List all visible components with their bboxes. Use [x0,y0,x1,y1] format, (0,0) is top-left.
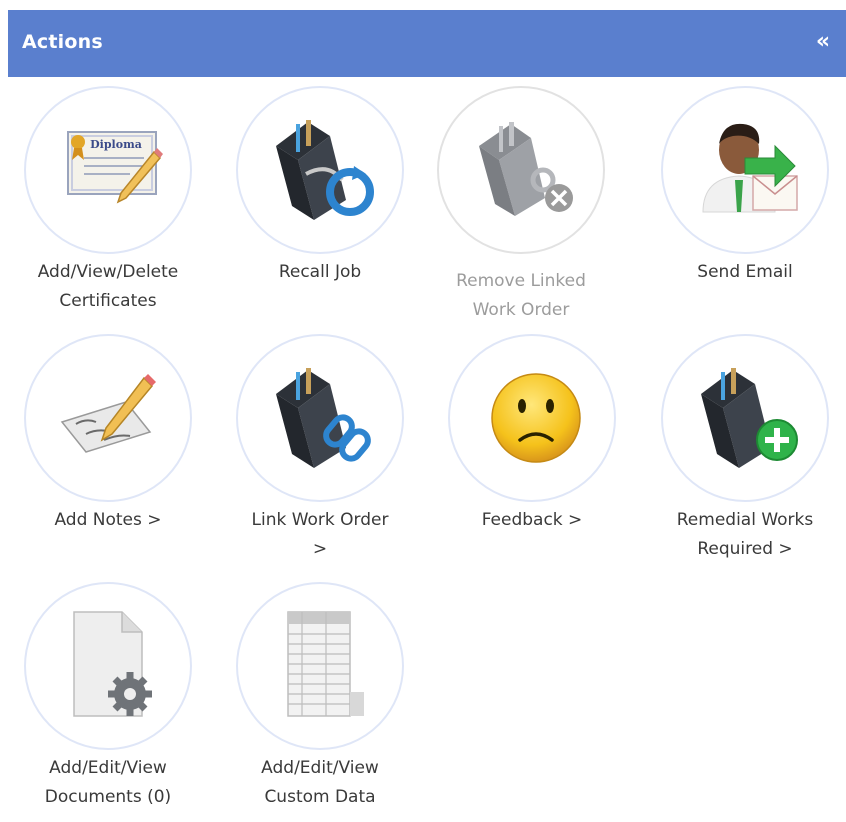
action-feedback[interactable]: Feedback > [424,334,644,574]
action-recall-job[interactable]: Recall Job [212,86,432,326]
action-label: Add Notes > [54,510,162,530]
action-label: Work Order [472,300,570,320]
action-label: Custom Data [264,787,376,807]
action-label: Add/View/Delete [37,262,179,282]
action-link-work-order[interactable]: Link Work Order > [212,334,432,574]
toolbox-unlink-icon [437,86,605,254]
sad-face-icon [448,334,616,502]
collapse-panel-icon[interactable]: « [812,29,834,55]
toolbox-add-icon [661,334,829,502]
actions-panel-header: Actions « [8,10,846,77]
action-send-email[interactable]: Send Email [637,86,846,326]
action-label: Add/Edit/View [261,758,379,778]
action-add-edit-view-custom-data[interactable]: Add/Edit/View Custom Data [212,582,432,822]
action-label: Feedback > [481,510,583,530]
action-label: Send Email [697,262,793,282]
action-label: Required > [697,539,793,559]
action-label: > [312,539,328,559]
action-label: Link Work Order [251,510,389,530]
action-label: Recall Job [278,262,362,282]
toolbox-recall-icon [236,86,404,254]
action-add-edit-view-documents[interactable]: Add/Edit/View Documents (0) [0,582,220,822]
svg-text:Diploma: Diploma [90,138,142,151]
spreadsheet-icon [236,582,404,750]
action-label: Remedial Works [676,510,814,530]
action-label: Certificates [59,291,157,311]
action-label: Documents (0) [44,787,172,807]
action-remedial-works-required[interactable]: Remedial Works Required > [637,334,846,574]
diploma-icon: Diploma [24,86,192,254]
person-email-icon [661,86,829,254]
action-label: Add/Edit/View [49,758,167,778]
notes-pencil-icon [24,334,192,502]
document-gear-icon [24,582,192,750]
toolbox-link-icon [236,334,404,502]
action-remove-linked-work-order: Remove Linked Work Order [413,86,633,326]
action-label: Remove Linked [456,271,586,291]
action-add-notes[interactable]: Add Notes > [0,334,220,574]
action-add-view-delete-certificates[interactable]: Diploma Add/View/Delete Certificates [0,86,220,326]
panel-title: Actions [22,31,103,53]
